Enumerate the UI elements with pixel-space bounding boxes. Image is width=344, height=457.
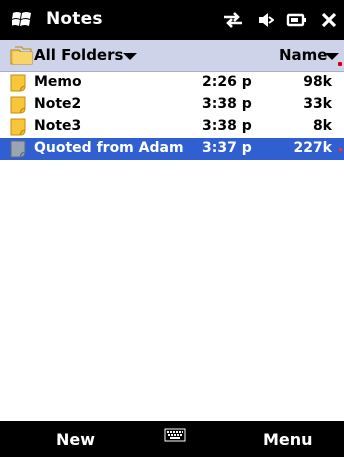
note-time: 3:37 p [202, 140, 252, 156]
note-name: Memo [34, 74, 82, 90]
app-title: Notes [46, 9, 103, 29]
note-time: 3:38 p [202, 96, 252, 112]
note-row-note3[interactable]: Note3 3:38 p 8k [0, 116, 344, 138]
note-row-quoted-from-adam[interactable]: Quoted from Adam 3:37 p 227k [0, 138, 344, 160]
close-icon[interactable] [320, 11, 338, 29]
folder-chevron-down-icon[interactable] [123, 53, 137, 60]
sort-indicator-dot [338, 62, 342, 66]
notes-list: Memo 2:26 p 98k Note2 3:38 p 33k Note3 3… [0, 72, 344, 160]
bottom-menu-bar: New Menu [0, 421, 344, 457]
new-button[interactable]: New [56, 430, 95, 449]
note-time: 2:26 p [202, 74, 252, 90]
note-size: 98k [303, 74, 332, 90]
keyboard-icon[interactable] [164, 427, 186, 442]
note-name: Note3 [34, 118, 82, 134]
note-icon [10, 74, 26, 92]
title-bar: Notes [0, 0, 344, 40]
note-icon [10, 96, 26, 114]
note-time: 3:38 p [202, 118, 252, 134]
windows-start-icon[interactable] [11, 10, 32, 30]
note-row-note2[interactable]: Note2 3:38 p 33k [0, 94, 344, 116]
note-size: 227k [293, 140, 332, 156]
folder-bar: All Folders Name [0, 40, 344, 72]
note-name: Note2 [34, 96, 82, 112]
folder-dropdown[interactable]: All Folders [34, 46, 123, 64]
folder-icon [10, 44, 34, 66]
sort-dropdown[interactable]: Name [279, 46, 327, 64]
battery-icon[interactable] [286, 11, 308, 29]
volume-icon[interactable] [256, 11, 274, 29]
note-icon [10, 140, 26, 158]
note-name: Quoted from Adam [34, 140, 184, 156]
note-size: 8k [312, 118, 332, 134]
selection-marker [339, 148, 342, 151]
note-row-memo[interactable]: Memo 2:26 p 98k [0, 72, 344, 94]
note-size: 33k [303, 96, 332, 112]
menu-button[interactable]: Menu [263, 430, 313, 449]
sort-chevron-down-icon[interactable] [325, 53, 339, 60]
note-icon [10, 118, 26, 136]
status-icons [222, 9, 338, 31]
connectivity-icon[interactable] [222, 11, 244, 29]
